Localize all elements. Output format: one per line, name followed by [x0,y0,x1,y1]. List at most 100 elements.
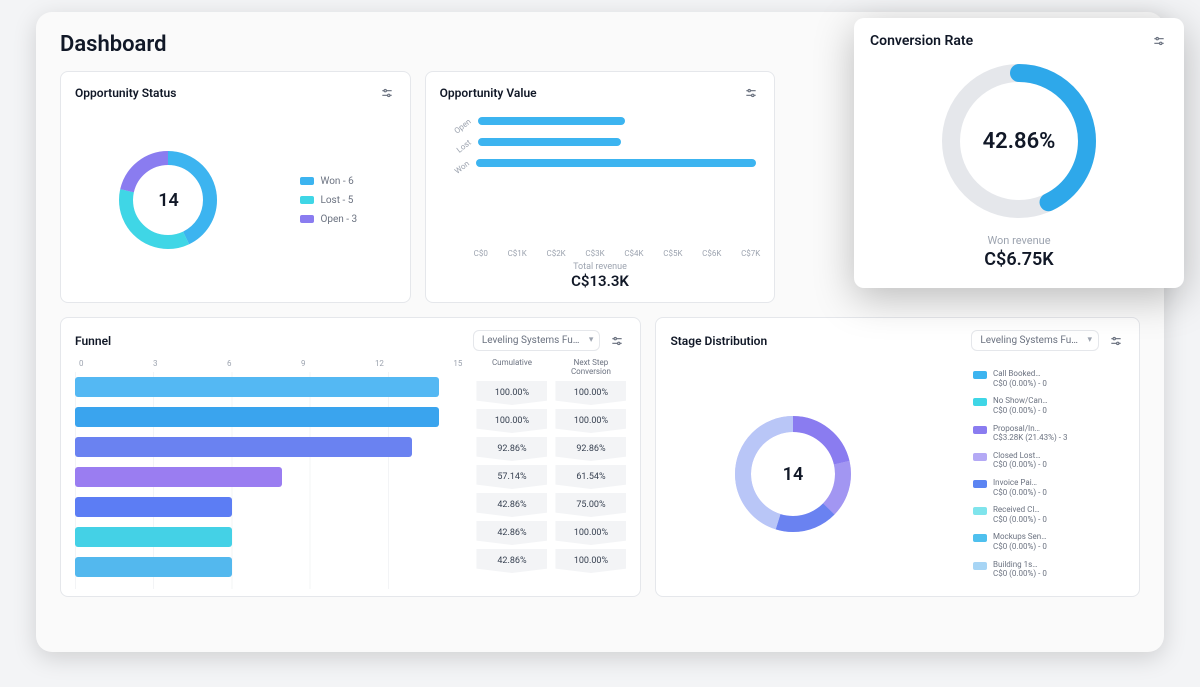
stage-total: 14 [728,409,858,539]
won-revenue-value: C$6.75K [984,249,1053,270]
settings-icon[interactable] [608,332,626,350]
next-step-cell: 100.00% [555,549,626,573]
funnel-bar [75,437,412,457]
stage-name: Mockups Sen… [993,532,1047,542]
axis-tick: C$7K [741,249,760,258]
cumulative-cell: 42.86% [476,521,547,545]
opportunity-status-total: 14 [113,145,223,255]
stage-legend-item: Proposal/In… C$3.28K (21.43%) - 3 [973,424,1067,443]
stage-name: Closed Lost… [993,451,1047,461]
stage-detail: C$0 (0.00%) - 0 [993,542,1047,552]
bar-won [476,159,756,167]
legend-lost: Lost - 5 [300,195,357,206]
stage-detail: C$0 (0.00%) - 0 [993,379,1047,389]
legend-swatch [973,480,987,488]
stage-name: No Show/Can… [993,396,1048,406]
funnel-bar [75,467,282,487]
cumulative-cell: 42.86% [476,549,547,573]
cumulative-head: Cumulative [476,359,547,381]
axis-tick: 9 [301,359,306,368]
next-step-cell: 100.00% [555,409,626,433]
stage-legend-item: Closed Lost… C$0 (0.00%) - 0 [973,451,1067,470]
stage-detail: C$0 (0.00%) - 0 [993,569,1047,579]
funnel-bar [75,377,439,397]
legend-swatch [973,426,987,434]
opportunity-status-title: Opportunity Status [75,86,176,100]
won-revenue-label: Won revenue [987,234,1050,247]
opportunity-status-legend: Won - 6 Lost - 5 Open - 3 [300,176,357,225]
legend-swatch [973,371,987,379]
stage-legend-item: Building 1s… C$0 (0.00%) - 0 [973,560,1067,579]
bar-won-label: Won [446,159,471,181]
stage-distribution-donut: 14 [728,409,858,539]
funnel-bar [75,497,232,517]
funnel-table: Cumulative 100.00% 100.00% 92.86% 57.14%… [476,359,626,589]
next-step-cell: 92.86% [555,437,626,461]
conversion-rate-card: Conversion Rate 42.86% Won revenue C$6.7… [854,18,1184,288]
conversion-rate-percent: 42.86% [934,56,1104,226]
next-step-cell: 61.54% [555,465,626,489]
stage-legend: Call Booked… C$0 (0.00%) - 0 No Show/Can… [973,369,1067,579]
axis-tick: 3 [153,359,158,368]
stage-detail: C$0 (0.00%) - 0 [993,460,1047,470]
axis-tick: C$1K [508,249,527,258]
conversion-rate-title: Conversion Rate [870,33,973,49]
legend-swatch [973,562,987,570]
total-revenue-label: Total revenue [440,262,761,272]
axis-tick: 6 [227,359,232,368]
stage-detail: C$3.28K (21.43%) - 3 [993,433,1067,443]
axis-tick: C$5K [663,249,682,258]
funnel-bar [75,557,232,577]
axis-tick: 12 [375,359,384,368]
legend-open: Open - 3 [300,214,357,225]
stage-name: Invoice Pai… [993,478,1047,488]
axis-tick: C$0 [474,249,488,258]
stage-detail: C$0 (0.00%) - 0 [993,515,1047,525]
next-step-cell: 100.00% [555,381,626,405]
axis-tick: 15 [453,359,462,368]
opportunity-value-axis: C$0 C$1K C$2K C$3K C$4K C$5K C$6K C$7K [440,243,761,260]
stage-distribution-card: Stage Distribution Leveling Systems Fu… [655,317,1140,597]
opportunity-value-chart: Open Lost Won [440,110,761,243]
settings-icon[interactable] [742,84,760,102]
funnel-card: Funnel Leveling Systems Fu… 0 3 6 9 12 [60,317,641,597]
stage-legend-item: No Show/Can… C$0 (0.00%) - 0 [973,396,1067,415]
total-revenue-value: C$13.3K [440,272,761,290]
funnel-title: Funnel [75,334,111,348]
axis-tick: C$4K [624,249,643,258]
next-step-head: Next Step Conversion [555,359,626,381]
legend-swatch [973,507,987,515]
bar-lost [478,138,622,146]
cumulative-cell: 100.00% [476,381,547,405]
settings-icon[interactable] [1107,332,1125,350]
funnel-bar [75,527,232,547]
stage-detail: C$0 (0.00%) - 0 [993,406,1048,416]
opportunity-value-card: Opportunity Value Open Lost Won C$0 C$1K… [425,71,776,303]
cumulative-cell: 100.00% [476,409,547,433]
opportunity-status-card: Opportunity Status 14 Won - 6 [60,71,411,303]
settings-icon[interactable] [1150,32,1168,50]
stage-detail: C$0 (0.00%) - 0 [993,488,1047,498]
cumulative-cell: 92.86% [476,437,547,461]
legend-swatch [973,534,987,542]
stage-name: Building 1s… [993,560,1047,570]
legend-won: Won - 6 [300,176,357,187]
axis-tick: C$6K [702,249,721,258]
stage-legend-item: Received Cl… C$0 (0.00%) - 0 [973,505,1067,524]
cumulative-cell: 57.14% [476,465,547,489]
legend-swatch [973,453,987,461]
next-step-cell: 100.00% [555,521,626,545]
legend-lost-label: Lost - 5 [320,195,353,206]
stage-legend-item: Call Booked… C$0 (0.00%) - 0 [973,369,1067,388]
settings-icon[interactable] [378,84,396,102]
axis-tick: 0 [79,359,84,368]
stage-name: Call Booked… [993,369,1047,379]
axis-tick: C$2K [546,249,565,258]
stage-pipeline-select[interactable]: Leveling Systems Fu… [971,330,1099,351]
legend-won-label: Won - 6 [320,176,353,187]
legend-open-label: Open - 3 [320,214,357,225]
stage-distribution-title: Stage Distribution [670,334,767,348]
funnel-chart: 0 3 6 9 12 15 [75,359,466,589]
funnel-pipeline-select[interactable]: Leveling Systems Fu… [473,330,601,351]
stage-legend-item: Mockups Sen… C$0 (0.00%) - 0 [973,532,1067,551]
